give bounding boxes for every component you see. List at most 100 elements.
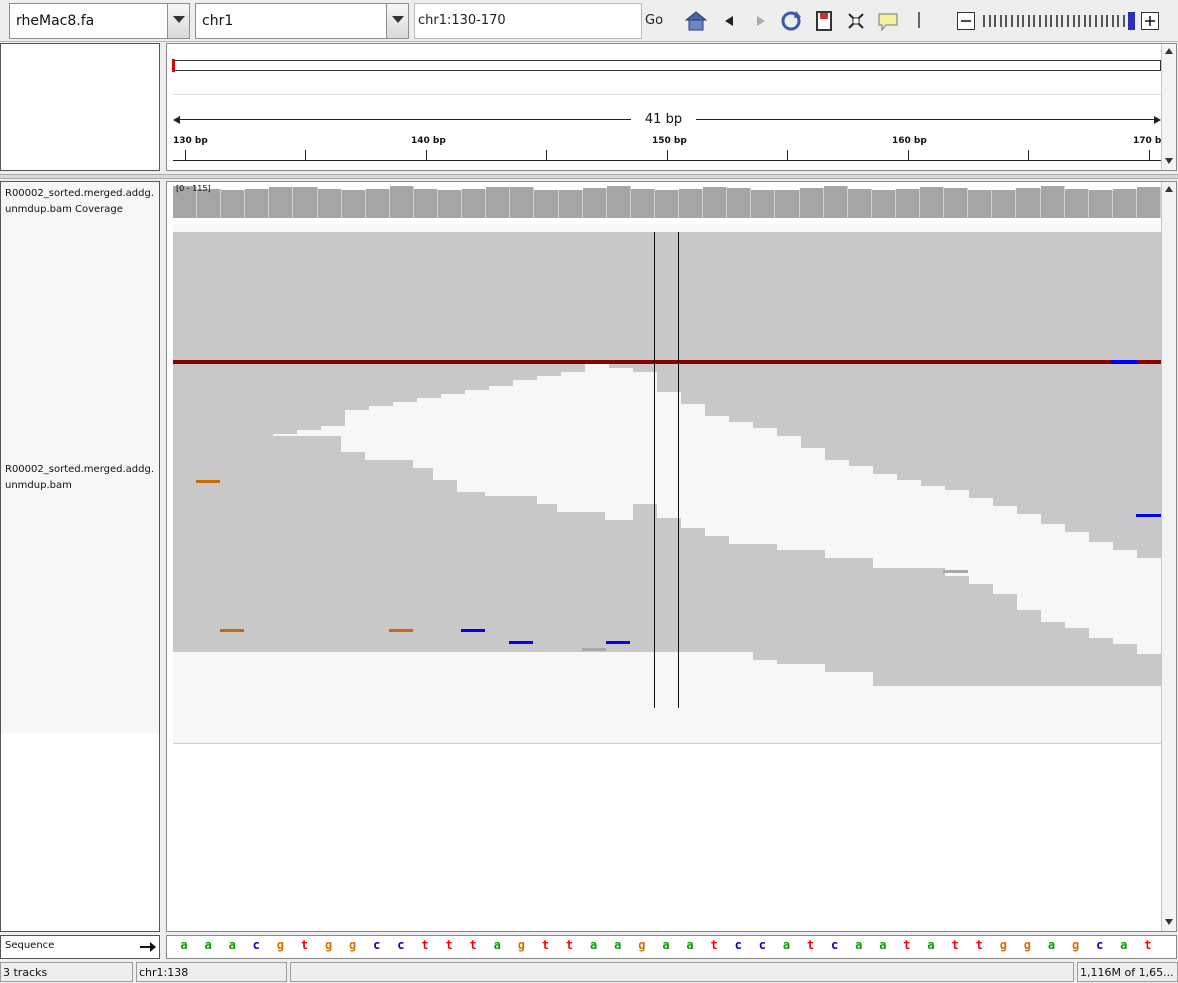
coverage-bar[interactable] xyxy=(558,190,583,218)
zoom-level-tick[interactable] xyxy=(1050,15,1053,27)
coverage-bar[interactable] xyxy=(389,186,414,218)
coverage-bar[interactable] xyxy=(630,189,655,218)
popup-info-icon[interactable] xyxy=(876,9,900,33)
genome-dropdown[interactable]: rheMac8.fa xyxy=(9,3,190,39)
coverage-bar[interactable] xyxy=(1016,188,1041,218)
coverage-bar[interactable] xyxy=(992,190,1017,218)
zoom-level-tick[interactable] xyxy=(1072,15,1075,27)
coverage-bar[interactable] xyxy=(341,190,366,218)
resize-to-window-icon[interactable] xyxy=(844,9,868,33)
coverage-bar[interactable] xyxy=(799,188,824,218)
scroll-down-icon[interactable] xyxy=(1165,158,1173,164)
coverage-bar[interactable] xyxy=(775,190,800,218)
zoom-level-tick[interactable] xyxy=(983,15,985,27)
zoom-level-tick[interactable] xyxy=(1078,15,1081,27)
coverage-bar[interactable] xyxy=(1064,189,1089,218)
zoom-level-tick[interactable] xyxy=(1106,15,1109,27)
coverage-bar[interactable] xyxy=(1088,190,1113,218)
coverage-bar[interactable] xyxy=(968,190,993,218)
coverage-bar[interactable] xyxy=(1112,189,1137,218)
coverage-bar[interactable] xyxy=(245,189,270,218)
chromosome-dropdown[interactable]: chr1 xyxy=(195,3,409,39)
zoom-level-tick[interactable] xyxy=(1005,15,1008,27)
sequence-base: t xyxy=(1144,938,1152,952)
data-scrollbar[interactable] xyxy=(1161,182,1176,931)
zoom-in-icon[interactable] xyxy=(1141,12,1159,30)
zoom-level-tick[interactable] xyxy=(1022,15,1025,27)
zoom-level-tick[interactable] xyxy=(988,15,991,27)
coverage-bar[interactable] xyxy=(847,189,872,218)
zoom-level-tick[interactable] xyxy=(1011,15,1013,27)
coverage-bar[interactable] xyxy=(534,190,559,218)
zoom-level-tick[interactable] xyxy=(1067,15,1069,27)
zoom-level-tick[interactable] xyxy=(1061,15,1064,27)
coverage-bar[interactable] xyxy=(920,187,945,218)
coverage-bar[interactable] xyxy=(1040,186,1065,218)
zoom-level-tick[interactable] xyxy=(1027,15,1030,27)
coverage-bar[interactable] xyxy=(438,190,463,218)
sequence-base: a xyxy=(180,938,188,952)
zoom-level-tick[interactable] xyxy=(1111,15,1114,27)
ruler-scrollbar[interactable] xyxy=(1161,44,1176,170)
coverage-track[interactable]: [0 - 115] xyxy=(173,182,1161,222)
zoom-level-tick[interactable] xyxy=(1100,15,1103,27)
home-icon[interactable] xyxy=(684,9,708,33)
coverage-bar[interactable] xyxy=(823,186,848,218)
locus-search-input[interactable]: chr1:130-170 xyxy=(414,3,642,39)
coverage-bar[interactable] xyxy=(727,188,752,218)
coverage-bar[interactable] xyxy=(293,187,318,218)
coverage-bar[interactable] xyxy=(510,187,535,218)
refresh-icon[interactable] xyxy=(779,9,803,33)
coverage-bar[interactable] xyxy=(365,189,390,218)
zoom-level-tick[interactable] xyxy=(1089,15,1092,27)
zoom-level-tick[interactable] xyxy=(1095,15,1097,27)
zoom-level-tick[interactable] xyxy=(1039,15,1041,27)
coverage-bar[interactable] xyxy=(486,187,511,218)
zoom-level-tick[interactable] xyxy=(1033,15,1036,27)
genome-dropdown-arrow[interactable] xyxy=(167,4,189,38)
zoom-level-tick[interactable] xyxy=(994,15,997,27)
coverage-bar[interactable] xyxy=(703,187,728,218)
scroll-down-icon[interactable] xyxy=(1165,919,1173,925)
zoom-level-tick[interactable] xyxy=(1123,15,1125,27)
zoom-level-tick[interactable] xyxy=(1083,15,1086,27)
zoom-level-tick[interactable] xyxy=(999,15,1002,27)
go-button[interactable]: Go xyxy=(645,13,663,28)
forward-arrow-icon[interactable] xyxy=(749,9,773,33)
alignment-reads[interactable] xyxy=(173,224,1161,744)
zoom-level-tick[interactable] xyxy=(1044,15,1047,27)
strand-arrow-icon[interactable] xyxy=(139,941,157,953)
scroll-up-icon[interactable] xyxy=(1165,48,1173,54)
zoom-slider-thumb[interactable] xyxy=(1128,12,1135,30)
scroll-up-icon[interactable] xyxy=(1165,186,1173,192)
sequence-base: a xyxy=(228,938,236,952)
coverage-bar[interactable] xyxy=(654,190,680,218)
zoom-level-tick[interactable] xyxy=(1016,15,1019,27)
alignment-track[interactable] xyxy=(173,224,1161,744)
coverage-bar[interactable] xyxy=(1136,187,1161,218)
coverage-bar[interactable] xyxy=(895,189,921,218)
coverage-bar[interactable] xyxy=(606,186,631,218)
sequence-base: c xyxy=(1096,938,1104,952)
zoom-level-tick[interactable] xyxy=(1117,15,1120,27)
region-of-interest-icon[interactable] xyxy=(812,9,836,33)
coverage-bar[interactable] xyxy=(269,187,294,218)
coverage-bar[interactable] xyxy=(751,190,776,218)
coverage-bar[interactable] xyxy=(317,189,342,218)
zoom-level-tick[interactable] xyxy=(1055,15,1058,27)
coverage-bar[interactable] xyxy=(197,189,222,218)
chromosome-ideogram[interactable] xyxy=(173,60,1161,71)
back-arrow-icon[interactable] xyxy=(717,9,741,33)
coverage-bar[interactable] xyxy=(582,188,607,218)
coverage-bar[interactable] xyxy=(221,190,246,218)
coverage-bar[interactable] xyxy=(679,189,704,218)
coverage-track-name[interactable]: R00002_sorted.merged.addg.unmdup.bam Cov… xyxy=(5,186,159,220)
zoom-out-icon[interactable] xyxy=(957,12,975,30)
chromosome-dropdown-arrow[interactable] xyxy=(386,4,408,38)
alignment-track-name[interactable]: R00002_sorted.merged.addg.unmdup.bam xyxy=(5,462,159,496)
coverage-bar[interactable] xyxy=(462,189,487,218)
panel-splitter[interactable] xyxy=(0,174,1178,179)
coverage-bar[interactable] xyxy=(871,190,896,218)
coverage-bar[interactable] xyxy=(944,188,969,218)
coverage-bar[interactable] xyxy=(413,189,439,218)
